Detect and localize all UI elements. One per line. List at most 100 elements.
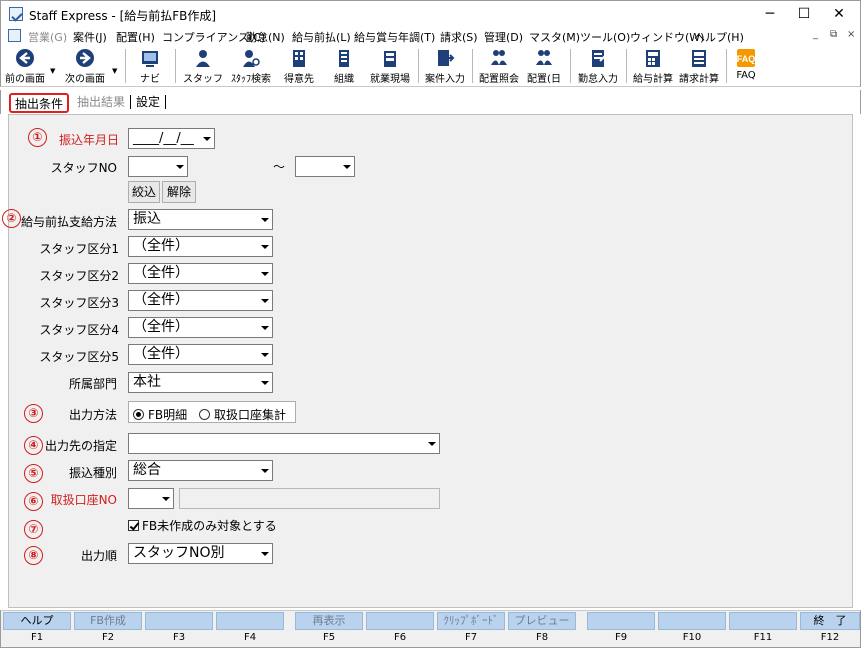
menu-billing[interactable]: 請求(S) (440, 29, 478, 45)
chevron-down-icon (256, 461, 272, 480)
unprocessed-only-label: FB未作成のみ対象とする (142, 519, 277, 533)
staff-search-button[interactable]: ｽﾀｯﾌ検索 (227, 47, 275, 85)
menu-attendance[interactable]: 勤怠(N) (246, 29, 285, 45)
f6-button[interactable]: F6 (366, 612, 434, 647)
f1-help-button[interactable]: ヘルプ F1 (3, 612, 71, 647)
staff-div-4-select[interactable]: （全件） (128, 317, 273, 338)
faq-button[interactable]: FAQ FAQ (731, 47, 761, 85)
transfer-date-value: ____/__/__ (133, 131, 194, 146)
staff-div-2-select[interactable]: （全件） (128, 263, 273, 284)
attendance-input-button[interactable]: 勤怠入力 (575, 47, 621, 85)
department-select[interactable]: 本社 (128, 372, 273, 393)
f8-preview-button[interactable]: プレビュー F8 (508, 612, 576, 647)
staff-label: スタッフ (183, 74, 223, 85)
menu-admin[interactable]: 管理(D) (484, 29, 523, 45)
marker-5: ⑤ (24, 464, 43, 483)
menu-placement[interactable]: 配置(H) (116, 29, 155, 45)
faq-icon: FAQ (737, 49, 755, 67)
toolbar-separator (125, 49, 126, 83)
f7-clipboard-button[interactable]: ｸﾘｯﾌﾟﾎﾞｰﾄﾞ F7 (437, 612, 505, 647)
radio-account-summary[interactable]: 取扱口座集計 (199, 406, 286, 423)
menu-prepay[interactable]: 給与前払(L) (292, 29, 351, 45)
transfer-type-select[interactable]: 総合 (128, 460, 273, 481)
f6-key: F6 (393, 632, 407, 643)
navi-button[interactable]: ナビ (133, 47, 167, 85)
menu-help[interactable]: ヘルプ(H) (694, 29, 744, 45)
close-button[interactable]: ✕ (816, 1, 861, 28)
f9-button[interactable]: F9 (587, 612, 655, 647)
document-icon (8, 29, 21, 42)
title-bar: Staff Express - [給与前払FB作成] ─ ☐ ✕ (0, 0, 861, 27)
menu-salary-bonus[interactable]: 給与賞与年調(T) (354, 29, 435, 45)
tab-extract-results[interactable]: 抽出結果 (74, 93, 128, 113)
f5-label: 再表示 (295, 612, 363, 630)
staff-no-from-select[interactable] (128, 156, 188, 177)
salary-calc-button[interactable]: 給与計算 (631, 47, 675, 85)
menu-case[interactable]: 案件(J) (73, 29, 107, 45)
back-button[interactable]: 前の画面 (4, 47, 46, 85)
radio-empty-icon (199, 409, 210, 420)
mdi-restore-button[interactable]: ⧉ (830, 29, 837, 40)
placement-inquiry-label: 配置照会 (479, 74, 519, 85)
mdi-close-button[interactable]: × (847, 29, 855, 40)
f12-exit-button[interactable]: 終 了 F12 (800, 612, 860, 647)
function-key-bar: ヘルプ F1 FB作成 F2 F3 F4 再表示 F5 F6 ｸﾘｯﾌﾟﾎﾞｰﾄﾞ F7… (0, 610, 861, 648)
staff-button[interactable]: スタッフ (183, 47, 223, 85)
filter-button[interactable]: 絞込 (128, 181, 160, 203)
toolbar-separator (726, 49, 727, 83)
chevron-down-icon (256, 345, 272, 364)
f4-button[interactable]: F4 (216, 612, 284, 647)
back-dropdown-icon[interactable]: ▼ (50, 67, 55, 75)
case-input-button[interactable]: 案件入力 (423, 47, 467, 85)
f12-key: F12 (820, 632, 840, 643)
f5-redisplay-button[interactable]: 再表示 F5 (295, 612, 363, 647)
department-label: 所属部門 (68, 377, 117, 391)
staff-search-label: ｽﾀｯﾌ検索 (231, 74, 271, 85)
transfer-date-picker[interactable]: ____/__/__ (128, 128, 215, 149)
forward-button[interactable]: 次の画面 (62, 47, 108, 85)
f11-button[interactable]: F11 (729, 612, 797, 647)
account-no-select[interactable] (128, 488, 174, 509)
staff-div-5-select[interactable]: （全件） (128, 344, 273, 365)
staff-div-4-label: スタッフ区分4 (39, 323, 119, 337)
transfer-type-value: 総合 (133, 462, 161, 478)
customer-button[interactable]: 得意先 (279, 47, 319, 85)
staff-div-1-select[interactable]: （全件） (128, 236, 273, 257)
tab-settings[interactable]: 設定 (133, 93, 163, 113)
worksite-label: 就業現場 (370, 74, 410, 85)
radio-fb-detail[interactable]: FB明細 (133, 406, 187, 423)
organization-button[interactable]: 組織 (327, 47, 361, 85)
placement-daily-button[interactable]: 配置(日 (525, 47, 563, 85)
forward-label: 次の画面 (65, 74, 105, 85)
menu-tools[interactable]: ツール(O) (580, 29, 630, 45)
menu-sales[interactable]: 営業(G) (28, 29, 67, 45)
placement-inquiry-button[interactable]: 配置照会 (477, 47, 521, 85)
worksite-button[interactable]: 就業現場 (367, 47, 413, 85)
staff-no-to-select[interactable] (295, 156, 355, 177)
output-order-select[interactable]: スタッフNO別 (128, 543, 273, 564)
worksite-icon (384, 51, 396, 67)
pay-method-label: 給与前払支給方法 (21, 215, 118, 229)
staff-div-3-select[interactable]: （全件） (128, 290, 273, 311)
organization-label: 組織 (334, 74, 354, 85)
pay-method-select[interactable]: 振込 (128, 209, 273, 230)
mdi-minimize-button[interactable]: _ (813, 29, 818, 40)
f2-fb-create-button[interactable]: FB作成 F2 (74, 612, 142, 647)
f10-key: F10 (682, 632, 702, 643)
f10-button[interactable]: F10 (658, 612, 726, 647)
f2-key: F2 (101, 632, 115, 643)
staff-icon (196, 50, 210, 67)
customer-icon (293, 50, 305, 67)
f3-button[interactable]: F3 (145, 612, 213, 647)
unprocessed-only-checkbox[interactable]: FB未作成のみ対象とする (128, 517, 277, 534)
clear-button[interactable]: 解除 (162, 181, 196, 203)
forward-dropdown-icon[interactable]: ▼ (112, 67, 117, 75)
attendance-input-label: 勤怠入力 (578, 74, 618, 85)
billing-calc-button[interactable]: 請求計算 (677, 47, 721, 85)
output-dest-select[interactable] (128, 433, 440, 454)
menu-master[interactable]: マスタ(M) (529, 29, 580, 45)
customer-label: 得意先 (284, 74, 314, 85)
account-no-label: 取扱口座NO (50, 493, 117, 507)
staff-div-3-value: （全件） (133, 292, 189, 308)
tab-extract-conditions[interactable]: 抽出条件 (9, 93, 70, 113)
